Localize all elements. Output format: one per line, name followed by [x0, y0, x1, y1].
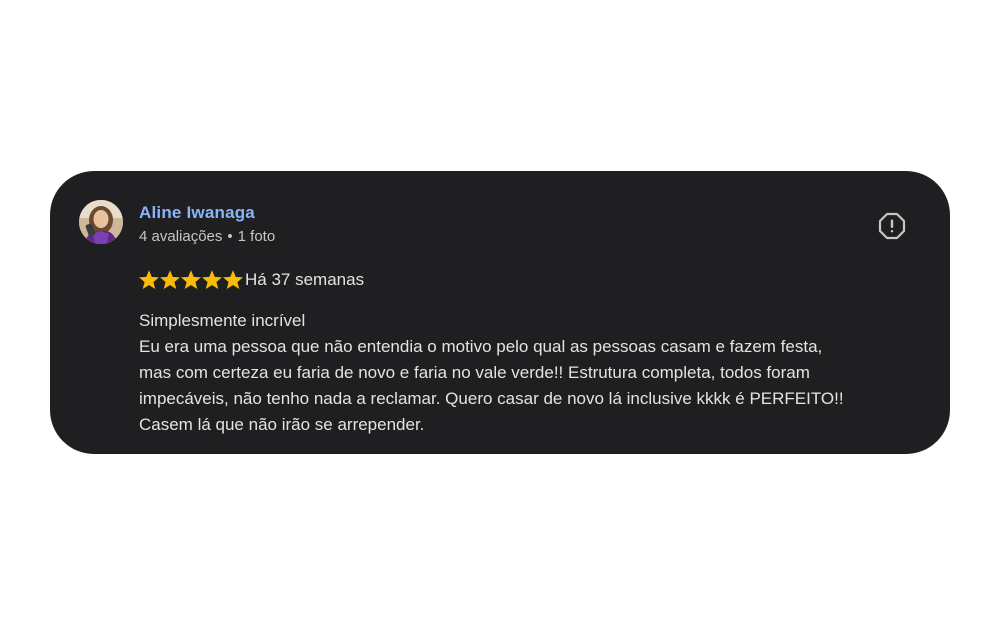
- review-text-line: mas com certeza eu faria de novo e faria…: [139, 363, 810, 382]
- star-rating: [139, 270, 243, 290]
- review-card: Aline Iwanaga 4 avaliações • 1 foto Há 37 …: [50, 171, 950, 454]
- star-icon: [160, 270, 180, 290]
- star-icon: [202, 270, 222, 290]
- review-text-line: Casem lá que não irão se arrepender.: [139, 415, 425, 434]
- reviews-count: 4 avaliações: [139, 228, 223, 245]
- star-icon: [223, 270, 243, 290]
- report-button[interactable]: [878, 212, 906, 240]
- star-icon: [181, 270, 201, 290]
- review-title-line: Simplesmente incrível: [139, 311, 306, 330]
- star-icon: [139, 270, 159, 290]
- user-avatar-icon: [79, 200, 123, 244]
- author-meta: 4 avaliações • 1 foto: [139, 228, 275, 245]
- meta-separator: •: [227, 228, 233, 245]
- review-time: Há 37 semanas: [245, 270, 365, 289]
- author-name[interactable]: Aline Iwanaga: [139, 203, 255, 223]
- review-text-line: impecáveis, não tenho nada a reclamar. Q…: [139, 389, 844, 408]
- avatar[interactable]: [79, 200, 123, 244]
- review-text-line: Eu era uma pessoa que não entendia o mot…: [139, 337, 823, 356]
- photos-count: 1 foto: [237, 228, 276, 245]
- report-flag-icon: [878, 212, 906, 240]
- review-text: Simplesmente incrível Eu era uma pessoa …: [139, 308, 929, 438]
